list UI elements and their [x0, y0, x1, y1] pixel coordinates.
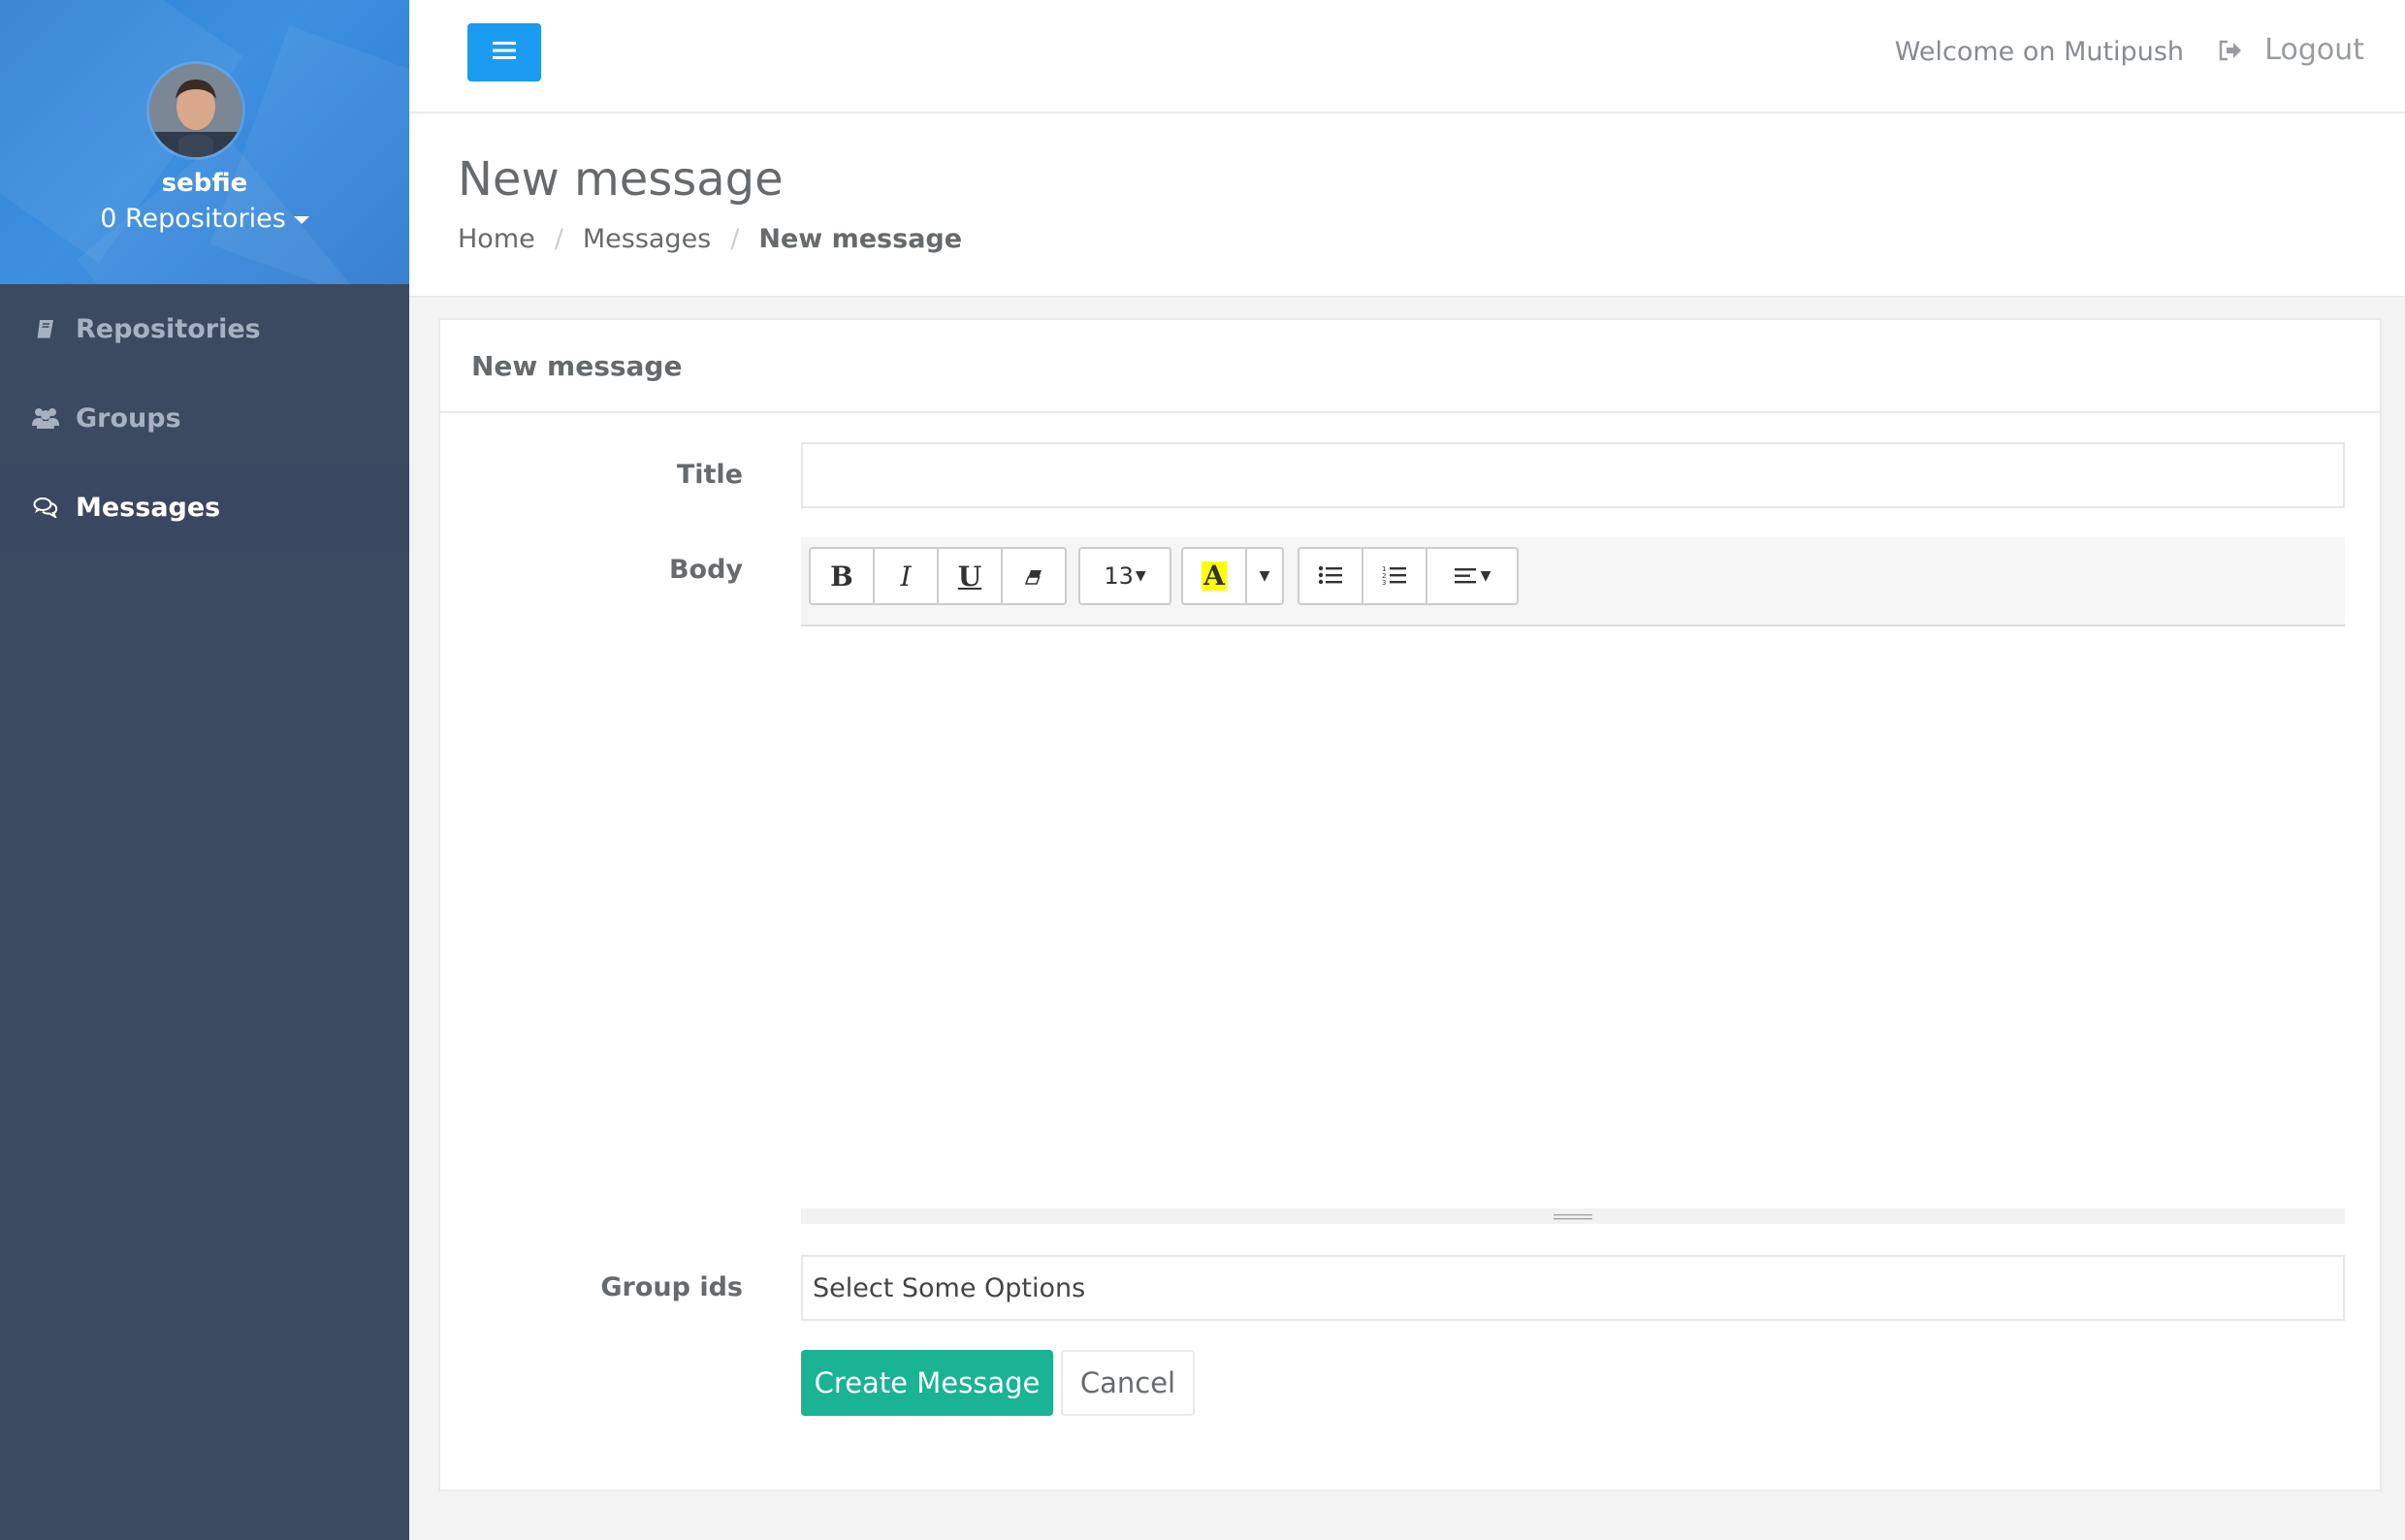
caret-down-icon: ▼	[1480, 568, 1491, 584]
title-input[interactable]	[801, 442, 2345, 508]
color-dropdown-button[interactable]: ▼	[1245, 547, 1284, 605]
profile-name: sebfie	[161, 169, 248, 198]
message-form-panel: New message Title Body B I U 13 ▼ A ▼ 1 …	[438, 318, 2382, 1492]
italic-icon: I	[900, 560, 912, 593]
sidebar-item-label: Repositories	[76, 313, 261, 344]
grip-icon	[1554, 1207, 1592, 1226]
text-color-icon: A	[1202, 560, 1227, 592]
caret-down-icon: ▼	[1135, 568, 1146, 584]
logout-link[interactable]: Logout	[2218, 33, 2364, 67]
title-label: Title	[676, 460, 743, 490]
font-size-dropdown[interactable]: 13 ▼	[1078, 547, 1171, 605]
paragraph-align-dropdown[interactable]: ▼	[1426, 547, 1519, 605]
group-ids-label: Group ids	[600, 1272, 743, 1302]
bold-icon: B	[830, 560, 853, 593]
profile-header: sebfie 0 Repositories	[0, 0, 409, 284]
cancel-button[interactable]: Cancel	[1061, 1350, 1195, 1416]
repositories-dropdown[interactable]: 0 Repositories	[0, 204, 409, 234]
panel-title: New message	[440, 320, 2380, 413]
align-left-icon	[1454, 561, 1479, 593]
breadcrumb-current: New message	[758, 224, 963, 254]
hamburger-icon	[492, 40, 517, 65]
italic-button[interactable]: I	[873, 547, 939, 605]
book-icon	[31, 314, 60, 343]
page-title: New message	[458, 152, 784, 207]
sidebar-item-messages[interactable]: Messages	[0, 463, 409, 552]
breadcrumb-separator: /	[554, 224, 563, 254]
numbered-list-button[interactable]: 123	[1362, 547, 1427, 605]
sidebar: sebfie 0 Repositories Repositories Group…	[0, 0, 409, 1540]
color-button-group: A ▼	[1181, 547, 1284, 605]
sidebar-item-label: Messages	[76, 492, 221, 523]
font-size-value: 13	[1104, 562, 1134, 590]
group-ids-placeholder: Select Some Options	[813, 1272, 1086, 1303]
top-navbar: Welcome on Mutipush Logout	[409, 0, 2405, 113]
underline-button[interactable]: U	[937, 547, 1003, 605]
breadcrumb-home[interactable]: Home	[458, 224, 535, 254]
welcome-text: Welcome on Mutipush	[1894, 37, 2184, 67]
eraser-icon	[1024, 561, 1043, 593]
highlight-color-button[interactable]: A	[1181, 547, 1247, 605]
breadcrumb: Home / Messages / New message	[458, 224, 962, 254]
breadcrumb-separator: /	[730, 224, 740, 254]
page-heading: New message Home / Messages / New messag…	[409, 113, 2405, 298]
repositories-count: 0 Repositories	[100, 204, 286, 234]
clear-format-button[interactable]	[1001, 547, 1067, 605]
style-button-group: B I U	[809, 547, 1067, 605]
font-size-group: 13 ▼	[1078, 547, 1171, 605]
body-label: Body	[668, 555, 743, 585]
sign-out-icon	[2218, 39, 2243, 62]
users-icon	[31, 403, 60, 433]
caret-down-icon: ▼	[1259, 568, 1270, 584]
caret-down-icon	[293, 215, 309, 224]
bold-button[interactable]: B	[809, 547, 875, 605]
comments-icon	[31, 493, 60, 522]
sidebar-item-repositories[interactable]: Repositories	[0, 284, 409, 373]
bulleted-list-button[interactable]	[1298, 547, 1363, 605]
avatar[interactable]	[149, 64, 242, 157]
logout-label: Logout	[2264, 33, 2364, 67]
menu-toggle-button[interactable]	[467, 23, 541, 81]
sidebar-nav: Repositories Groups Messages	[0, 284, 409, 552]
editor-toolbar: B I U 13 ▼ A ▼ 1 2 3 ▼	[801, 537, 2345, 626]
ordered-list-icon: 123	[1382, 561, 1407, 593]
editor-resize-handle[interactable]	[801, 1208, 2345, 1224]
paragraph-button-group: 123 ▼	[1298, 547, 1519, 605]
group-ids-select[interactable]: Select Some Options	[801, 1255, 2345, 1321]
svg-text:3: 3	[1382, 579, 1386, 586]
unordered-list-icon	[1318, 561, 1343, 593]
rich-text-editor: B I U 13 ▼ A ▼ 1 2 3 ▼	[801, 537, 2345, 1226]
sidebar-item-label: Groups	[76, 402, 181, 433]
create-message-button[interactable]: Create Message	[801, 1350, 1053, 1416]
breadcrumb-messages[interactable]: Messages	[583, 224, 711, 254]
editor-content-area[interactable]	[801, 626, 2345, 1208]
sidebar-item-groups[interactable]: Groups	[0, 373, 409, 463]
underline-icon: U	[957, 560, 982, 593]
